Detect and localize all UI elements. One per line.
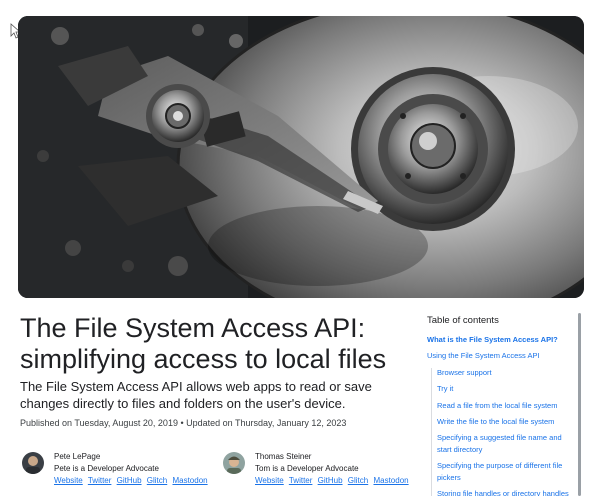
toc-item-picker-purpose[interactable]: Specifying the purpose of different file… [437,460,577,484]
table-of-contents: Table of contents What is the File Syste… [420,309,582,496]
author-link-mastodon[interactable]: Mastodon [172,476,207,485]
toc-item-storing-handles[interactable]: Storing file handles or directory handle… [437,488,577,496]
author-name: Thomas Steiner [255,452,312,461]
avatar [22,452,44,474]
article-subtitle: The File System Access API allows web ap… [20,379,372,411]
author-role: Pete is a Developer Advocate [54,464,159,473]
toc-divider [431,368,432,496]
author-link-website[interactable]: Website [255,476,284,485]
toc-item-browser-support[interactable]: Browser support [437,367,577,379]
toc-item-suggested-name[interactable]: Specifying a suggested file name and sta… [437,432,577,456]
toc-title: Table of contents [427,315,499,326]
toc-item-read-file[interactable]: Read a file from the local file system [437,400,577,412]
toc-item-write-file[interactable]: Write the file to the local file system [437,416,577,428]
hero-image [18,16,584,298]
publish-dates: Published on Tuesday, August 20, 2019 • … [20,418,347,428]
author-link-glitch[interactable]: Glitch [348,476,368,485]
avatar [223,452,245,474]
toc-item-what-is[interactable]: What is the File System Access API? [427,334,575,346]
toc-scrollbar[interactable] [578,313,581,496]
author-name: Pete LePage [54,452,101,461]
author-role: Tom is a Developer Advocate [255,464,359,473]
toc-item-using[interactable]: Using the File System Access API [427,350,575,362]
author-link-twitter[interactable]: Twitter [289,476,313,485]
author-links: Website Twitter GitHub Glitch Mastodon [54,476,211,485]
author-link-twitter[interactable]: Twitter [88,476,112,485]
author-card: Pete LePage Pete is a Developer Advocate… [22,452,212,492]
author-link-github[interactable]: GitHub [117,476,142,485]
author-link-glitch[interactable]: Glitch [147,476,167,485]
hard-drive-illustration [18,16,584,298]
author-link-website[interactable]: Website [54,476,83,485]
author-card: Thomas Steiner Tom is a Developer Advoca… [223,452,413,492]
author-link-mastodon[interactable]: Mastodon [373,476,408,485]
author-links: Website Twitter GitHub Glitch Mastodon [255,476,412,485]
toc-item-try-it[interactable]: Try it [437,383,577,395]
page-title: The File System Access API: simplifying … [20,313,387,374]
author-link-github[interactable]: GitHub [318,476,343,485]
